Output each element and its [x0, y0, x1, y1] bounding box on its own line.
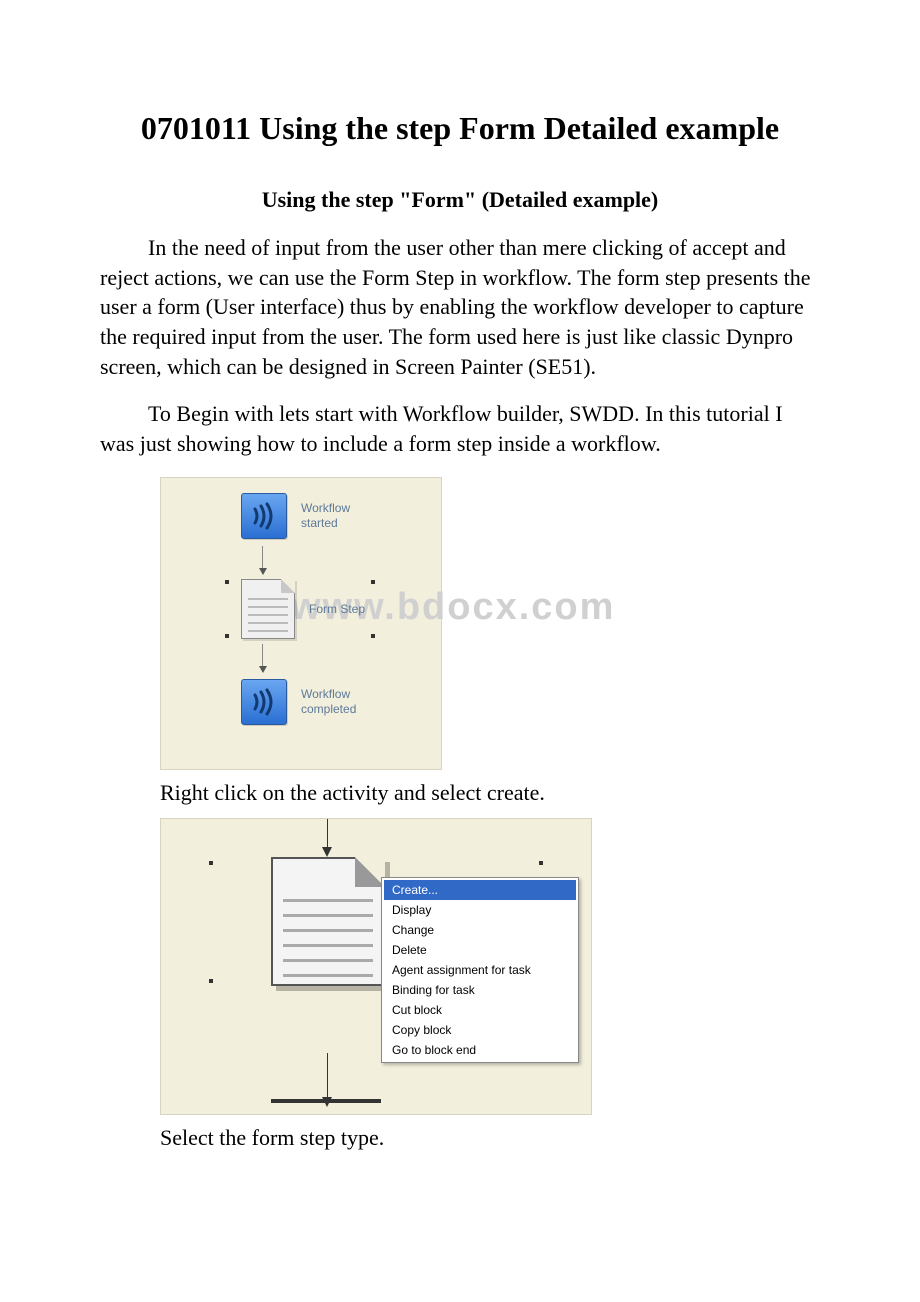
anchor-dot — [225, 634, 229, 638]
connector-arrow — [262, 644, 441, 672]
arrowhead-down-icon — [322, 847, 332, 857]
menu-item-change[interactable]: Change — [384, 920, 576, 940]
anchor-dot — [371, 580, 375, 584]
anchor-dot — [539, 861, 543, 865]
anchor-dot — [209, 861, 213, 865]
workflow-form-step-node: Form Step — [231, 574, 441, 644]
paragraph-2-text: To Begin with lets start with Workflow b… — [100, 401, 783, 456]
form-step-icon — [241, 579, 295, 639]
workflow-diagram-figure: www.bdocx.com Workflow started Form Step — [160, 477, 442, 770]
form-step-icon-large — [271, 857, 385, 986]
flow-terminator-bar — [271, 1099, 381, 1103]
anchor-dot — [225, 580, 229, 584]
context-menu: Create... Display Change Delete Agent as… — [381, 877, 579, 1063]
workflow-start-node: Workflow started — [241, 486, 441, 546]
page-subtitle: Using the step "Form" (Detailed example) — [100, 187, 820, 213]
flow-arrow — [327, 1053, 328, 1099]
workflow-end-node: Workflow completed — [241, 672, 441, 732]
paragraph-1-text: In the need of input from the user other… — [100, 235, 811, 379]
menu-item-agent-assignment[interactable]: Agent assignment for task — [384, 960, 576, 980]
workflow-form-step-label: Form Step — [309, 602, 365, 616]
paragraph-2: To Begin with lets start with Workflow b… — [100, 399, 820, 458]
workflow-start-label: Workflow started — [301, 501, 350, 530]
menu-item-cut-block[interactable]: Cut block — [384, 1000, 576, 1020]
sound-waves-icon — [241, 493, 287, 539]
anchor-dot — [371, 634, 375, 638]
menu-item-delete[interactable]: Delete — [384, 940, 576, 960]
workflow-end-label: Workflow completed — [301, 687, 356, 716]
caption-1: Right click on the activity and select c… — [160, 780, 820, 806]
sound-waves-icon — [241, 679, 287, 725]
menu-item-copy-block[interactable]: Copy block — [384, 1020, 576, 1040]
flow-arrow — [327, 819, 328, 849]
menu-item-binding[interactable]: Binding for task — [384, 980, 576, 1000]
paragraph-1: In the need of input from the user other… — [100, 233, 820, 381]
page-title: 0701011 Using the step Form Detailed exa… — [100, 110, 820, 147]
menu-item-go-block-end[interactable]: Go to block end — [384, 1040, 576, 1060]
connector-arrow — [262, 546, 441, 574]
caption-2: Select the form step type. — [160, 1125, 820, 1151]
menu-item-display[interactable]: Display — [384, 900, 576, 920]
menu-item-create[interactable]: Create... — [384, 880, 576, 900]
context-menu-figure: ) Create... Display Change Delete Agent … — [160, 818, 592, 1115]
anchor-dot — [209, 979, 213, 983]
